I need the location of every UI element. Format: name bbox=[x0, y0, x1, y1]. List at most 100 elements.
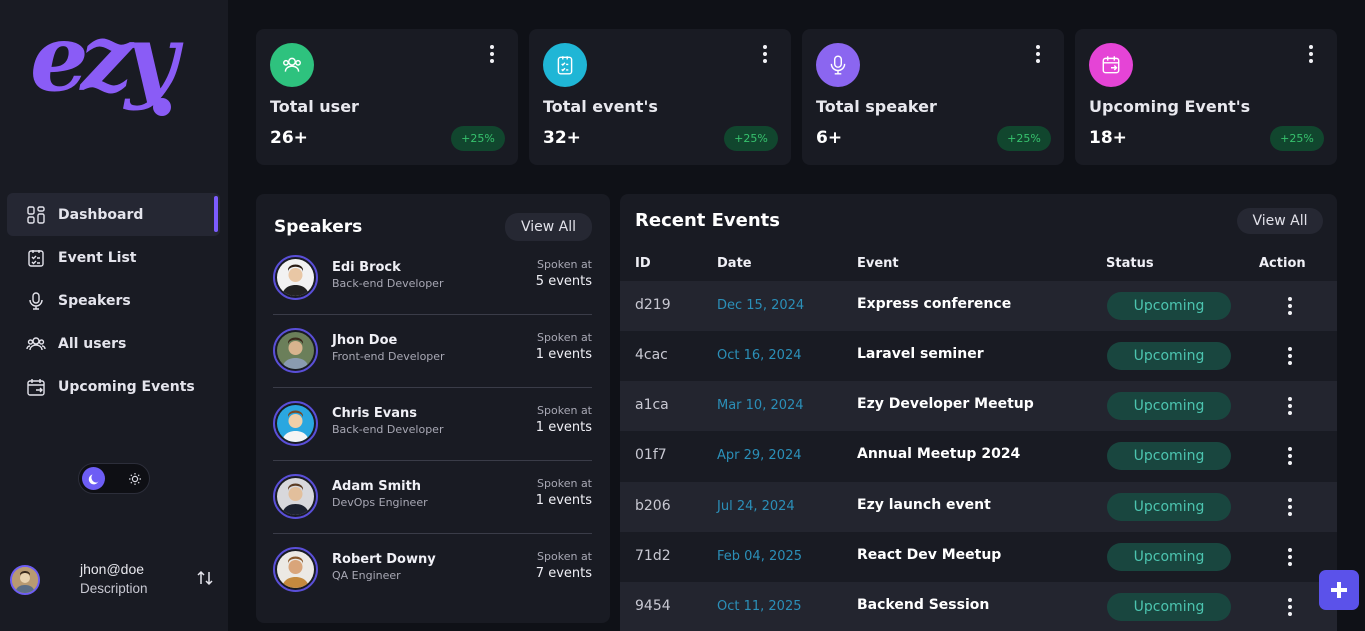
speaker-name: Robert Downy bbox=[332, 552, 436, 567]
sidebar-item-dashboard[interactable]: Dashboard bbox=[7, 193, 220, 236]
sidebar-item-label: All users bbox=[58, 335, 127, 352]
table-row[interactable]: 4cac Oct 16, 2024 Laravel seminer Upcomi… bbox=[620, 331, 1337, 381]
speaker-item[interactable]: Chris Evans Back-end Developer Spoken at… bbox=[273, 388, 592, 461]
row-actions-icon[interactable] bbox=[1286, 496, 1294, 518]
stat-title: Upcoming Event's bbox=[1089, 97, 1251, 116]
sidebar-item-upcoming-events[interactable]: Upcoming Events bbox=[7, 365, 220, 408]
event-id: a1ca bbox=[635, 397, 669, 413]
stat-value: 32+ bbox=[543, 128, 581, 148]
event-id: 71d2 bbox=[635, 548, 671, 564]
moon-icon[interactable] bbox=[82, 467, 105, 490]
sidebar-item-all-users[interactable]: All users bbox=[7, 322, 220, 365]
growth-badge: +25% bbox=[997, 126, 1051, 151]
table-row[interactable]: d219 Dec 15, 2024 Express conference Upc… bbox=[620, 281, 1337, 331]
user-profile[interactable]: jhon@doe Description bbox=[10, 559, 220, 599]
speaker-role: DevOps Engineer bbox=[332, 496, 428, 509]
status-badge: Upcoming bbox=[1107, 292, 1231, 320]
spoken-at-label: Spoken at bbox=[537, 477, 592, 490]
speaker-name: Adam Smith bbox=[332, 479, 422, 494]
event-id: 9454 bbox=[635, 598, 671, 614]
spoken-count: 1 events bbox=[535, 493, 592, 508]
table-row[interactable]: 71d2 Feb 04, 2025 React Dev Meetup Upcom… bbox=[620, 532, 1337, 582]
more-options-icon[interactable] bbox=[761, 43, 769, 65]
speakers-view-all-button[interactable]: View All bbox=[505, 213, 592, 241]
stat-title: Total speaker bbox=[816, 97, 937, 116]
avatar[interactable] bbox=[10, 565, 40, 595]
spoken-count: 1 events bbox=[535, 420, 592, 435]
row-actions-icon[interactable] bbox=[1286, 395, 1294, 417]
speaker-name: Jhon Doe bbox=[332, 333, 398, 348]
column-header-event[interactable]: Event bbox=[857, 256, 899, 271]
table-row[interactable]: 9454 Oct 11, 2025 Backend Session Upcomi… bbox=[620, 582, 1337, 631]
column-header-id[interactable]: ID bbox=[635, 256, 651, 271]
table-row[interactable]: b206 Jul 24, 2024 Ezy launch event Upcom… bbox=[620, 482, 1337, 532]
spoken-at-label: Spoken at bbox=[537, 331, 592, 344]
sidebar-item-label: Upcoming Events bbox=[58, 378, 195, 395]
event-date: Mar 10, 2024 bbox=[717, 398, 804, 413]
stat-card-total-user: Total user 26+ +25% bbox=[256, 29, 518, 165]
events-view-all-button[interactable]: View All bbox=[1237, 208, 1323, 234]
speaker-item[interactable]: Adam Smith DevOps Engineer Spoken at 1 e… bbox=[273, 461, 592, 534]
spoken-count: 1 events bbox=[535, 347, 592, 362]
status-badge: Upcoming bbox=[1107, 543, 1231, 571]
speaker-name: Edi Brock bbox=[332, 260, 401, 275]
row-actions-icon[interactable] bbox=[1286, 546, 1294, 568]
more-options-icon[interactable] bbox=[488, 43, 496, 65]
more-options-icon[interactable] bbox=[1307, 43, 1315, 65]
ezy-logo[interactable]: ezy bbox=[30, 18, 205, 128]
event-name: Ezy launch event bbox=[857, 497, 991, 513]
sidebar-nav: Dashboard Event List Speakers All users … bbox=[7, 193, 220, 408]
speaker-avatar bbox=[273, 547, 318, 592]
stat-title: Total event's bbox=[543, 97, 658, 116]
growth-badge: +25% bbox=[451, 126, 505, 151]
sidebar-item-label: Dashboard bbox=[58, 206, 144, 223]
speaker-avatar bbox=[273, 255, 318, 300]
event-date: Jul 24, 2024 bbox=[717, 499, 795, 514]
event-id: 01f7 bbox=[635, 447, 667, 463]
column-header-status[interactable]: Status bbox=[1106, 256, 1154, 271]
users-icon bbox=[25, 333, 47, 355]
stat-card-upcoming-events: Upcoming Event's 18+ +25% bbox=[1075, 29, 1337, 165]
event-date: Dec 15, 2024 bbox=[717, 298, 805, 313]
table-row[interactable]: 01f7 Apr 29, 2024 Annual Meetup 2024 Upc… bbox=[620, 431, 1337, 481]
column-header-date[interactable]: Date bbox=[717, 256, 752, 271]
more-options-icon[interactable] bbox=[1034, 43, 1042, 65]
theme-toggle[interactable] bbox=[78, 463, 150, 494]
event-name: Express conference bbox=[857, 296, 1012, 312]
event-name: Annual Meetup 2024 bbox=[857, 446, 1021, 462]
spoken-at-label: Spoken at bbox=[537, 404, 592, 417]
table-row[interactable]: a1ca Mar 10, 2024 Ezy Developer Meetup U… bbox=[620, 381, 1337, 431]
sidebar-item-label: Event List bbox=[58, 249, 137, 266]
event-name: React Dev Meetup bbox=[857, 547, 1002, 563]
event-id: d219 bbox=[635, 297, 671, 313]
row-actions-icon[interactable] bbox=[1286, 445, 1294, 467]
svg-text:ezy: ezy bbox=[30, 18, 184, 112]
event-date: Oct 16, 2024 bbox=[717, 348, 802, 363]
speaker-item[interactable]: Edi Brock Back-end Developer Spoken at 5… bbox=[273, 242, 592, 315]
speaker-avatar bbox=[273, 474, 318, 519]
stat-title: Total user bbox=[270, 97, 359, 116]
row-actions-icon[interactable] bbox=[1286, 596, 1294, 618]
row-actions-icon[interactable] bbox=[1286, 345, 1294, 367]
users-icon bbox=[270, 43, 314, 87]
stat-value: 18+ bbox=[1089, 128, 1127, 148]
sun-icon[interactable] bbox=[125, 469, 145, 489]
event-name: Backend Session bbox=[857, 597, 990, 613]
recent-events-title: Recent Events bbox=[635, 210, 781, 231]
spoken-count: 7 events bbox=[535, 566, 592, 581]
speaker-role: Front-end Developer bbox=[332, 350, 445, 363]
row-actions-icon[interactable] bbox=[1286, 295, 1294, 317]
speaker-item[interactable]: Jhon Doe Front-end Developer Spoken at 1… bbox=[273, 315, 592, 388]
stat-card-total-events: Total event's 32+ +25% bbox=[529, 29, 791, 165]
microphone-icon bbox=[816, 43, 860, 87]
sort-arrows-icon[interactable] bbox=[196, 569, 214, 587]
speaker-avatar bbox=[273, 401, 318, 446]
speakers-panel: Speakers View All Edi Brock Back-end Dev… bbox=[256, 194, 610, 623]
speaker-item[interactable]: Robert Downy QA Engineer Spoken at 7 eve… bbox=[273, 534, 592, 607]
sidebar-item-speakers[interactable]: Speakers bbox=[7, 279, 220, 322]
add-button[interactable] bbox=[1319, 570, 1359, 610]
column-header-action[interactable]: Action bbox=[1259, 256, 1306, 271]
plus-icon bbox=[1331, 582, 1347, 598]
spoken-count: 5 events bbox=[535, 274, 592, 289]
sidebar-item-event-list[interactable]: Event List bbox=[7, 236, 220, 279]
